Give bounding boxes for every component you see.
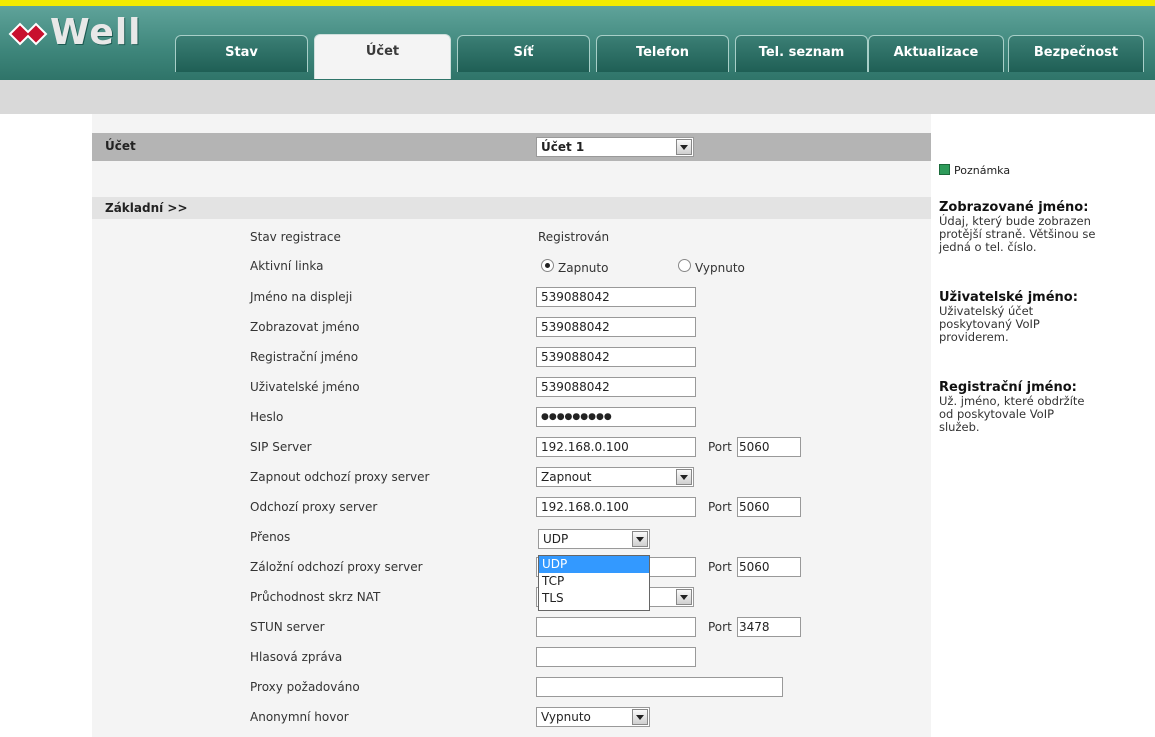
- account-select-value: Účet 1: [541, 140, 585, 154]
- nat-label: Průchodnost skrz NAT: [250, 590, 381, 604]
- brand-logo: Well: [8, 12, 142, 53]
- tab-aktualizace[interactable]: Aktualizace: [868, 35, 1004, 72]
- tab-ucet[interactable]: Účet: [314, 34, 451, 79]
- help-item: Zobrazované jméno: Údaj, který bude zobr…: [939, 200, 1095, 254]
- outbound-port-label: Port: [708, 500, 732, 514]
- note-title: Poznámka: [954, 164, 1011, 177]
- active-line-off-label: Vypnuto: [695, 261, 745, 275]
- chevron-down-icon[interactable]: [676, 469, 692, 485]
- voicemail-input[interactable]: [536, 647, 696, 667]
- tab-sit[interactable]: Síť: [457, 35, 590, 72]
- tab-stav[interactable]: Stav: [175, 35, 308, 72]
- stun-port-input[interactable]: 3478: [737, 617, 801, 637]
- stun-label: STUN server: [250, 620, 325, 634]
- transport-dropdown-list: UDP TCP TLS: [538, 555, 650, 611]
- logo-mark-icon: [8, 22, 48, 46]
- transport-option-tls[interactable]: TLS: [539, 590, 649, 607]
- help-item-title: Uživatelské jméno:: [939, 290, 1078, 305]
- tab-tel-seznam[interactable]: Tel. seznam: [735, 35, 868, 72]
- stun-port-label: Port: [708, 620, 732, 634]
- user-name-input[interactable]: 539088042: [536, 377, 696, 397]
- tab-telefon[interactable]: Telefon: [596, 35, 729, 72]
- account-label: Účet: [105, 139, 136, 153]
- transport-value: UDP: [543, 532, 569, 546]
- sip-port-label: Port: [708, 440, 732, 454]
- help-item: Uživatelské jméno: Uživatelský účet posk…: [939, 290, 1078, 344]
- help-item-line: providerem.: [939, 330, 1009, 344]
- outbound-enable-label: Zapnout odchozí proxy server: [250, 470, 430, 484]
- help-item-line: služeb.: [939, 420, 980, 434]
- reg-status-label: Stav registrace: [250, 230, 341, 244]
- user-name-label: Uživatelské jméno: [250, 380, 360, 394]
- sip-port-input[interactable]: 5060: [737, 437, 801, 457]
- help-item-line: jedná o tel. číslo.: [939, 240, 1037, 254]
- subheader-bar: [0, 80, 1155, 114]
- proxy-req-input[interactable]: [536, 677, 783, 697]
- note-header: Poznámka: [939, 164, 1010, 177]
- active-line-on-radio[interactable]: [541, 259, 554, 272]
- anon-call-value: Vypnuto: [541, 710, 591, 724]
- help-item: Registrační jméno: Už. jméno, které obdr…: [939, 380, 1085, 434]
- note-icon: [939, 164, 950, 175]
- voicemail-label: Hlasová zpráva: [250, 650, 343, 664]
- brand-logo-text: Well: [50, 12, 142, 53]
- section-basic-title[interactable]: Základní >>: [105, 201, 188, 215]
- account-row: Účet Účet 1: [92, 133, 931, 161]
- display-name-label: Jméno na displeji: [250, 290, 353, 304]
- outbound-enable-value: Zapnout: [541, 470, 592, 484]
- outbound-port-input[interactable]: 5060: [737, 497, 801, 517]
- transport-option-udp[interactable]: UDP: [539, 556, 649, 573]
- show-name-input[interactable]: 539088042: [536, 317, 696, 337]
- outbound-proxy-label: Odchozí proxy server: [250, 500, 378, 514]
- proxy-req-label: Proxy požadováno: [250, 680, 360, 694]
- reg-name-label: Registrační jméno: [250, 350, 359, 364]
- anon-call-label: Anonymní hovor: [250, 710, 349, 724]
- backup-port-label: Port: [708, 560, 732, 574]
- chevron-down-icon[interactable]: [676, 139, 692, 155]
- section-basic: Základní >>: [92, 197, 931, 219]
- chevron-down-icon[interactable]: [632, 709, 648, 725]
- chevron-down-icon[interactable]: [676, 589, 692, 605]
- app-header: Well Stav Účet Síť Telefon Tel. seznam A…: [0, 6, 1155, 80]
- outbound-proxy-input[interactable]: 192.168.0.100: [536, 497, 696, 517]
- active-line-on-label: Zapnuto: [558, 261, 609, 275]
- reg-name-input[interactable]: 539088042: [536, 347, 696, 367]
- settings-panel: Účet Účet 1 Základní >> Stav registrace …: [92, 114, 931, 737]
- help-sidebar: Poznámka Zobrazované jméno: Údaj, který …: [931, 114, 1155, 737]
- show-name-label: Zobrazovat jméno: [250, 320, 360, 334]
- backup-proxy-label: Záložní odchozí proxy server: [250, 560, 423, 574]
- reg-status-value: Registrován: [538, 230, 610, 244]
- sip-server-label: SIP Server: [250, 440, 312, 454]
- active-line-off-radio[interactable]: [678, 259, 691, 272]
- chevron-down-icon[interactable]: [632, 531, 648, 547]
- tab-bezpecnost[interactable]: Bezpečnost: [1008, 35, 1144, 72]
- transport-option-tcp[interactable]: TCP: [539, 573, 649, 590]
- sip-server-input[interactable]: 192.168.0.100: [536, 437, 696, 457]
- backup-port-input[interactable]: 5060: [737, 557, 801, 577]
- transport-select[interactable]: UDP: [538, 529, 650, 549]
- outbound-enable-select[interactable]: Zapnout: [536, 467, 694, 487]
- transport-label: Přenos: [250, 530, 291, 544]
- help-item-title: Registrační jméno:: [939, 380, 1077, 395]
- display-name-input[interactable]: 539088042: [536, 287, 696, 307]
- help-item-title: Zobrazované jméno:: [939, 200, 1089, 215]
- active-line-label: Aktivní linka: [250, 259, 324, 273]
- stun-input[interactable]: [536, 617, 696, 637]
- password-input[interactable]: ●●●●●●●●●: [536, 407, 696, 427]
- account-select[interactable]: Účet 1: [536, 137, 694, 157]
- anon-call-select[interactable]: Vypnuto: [536, 707, 650, 727]
- password-label: Heslo: [250, 410, 284, 424]
